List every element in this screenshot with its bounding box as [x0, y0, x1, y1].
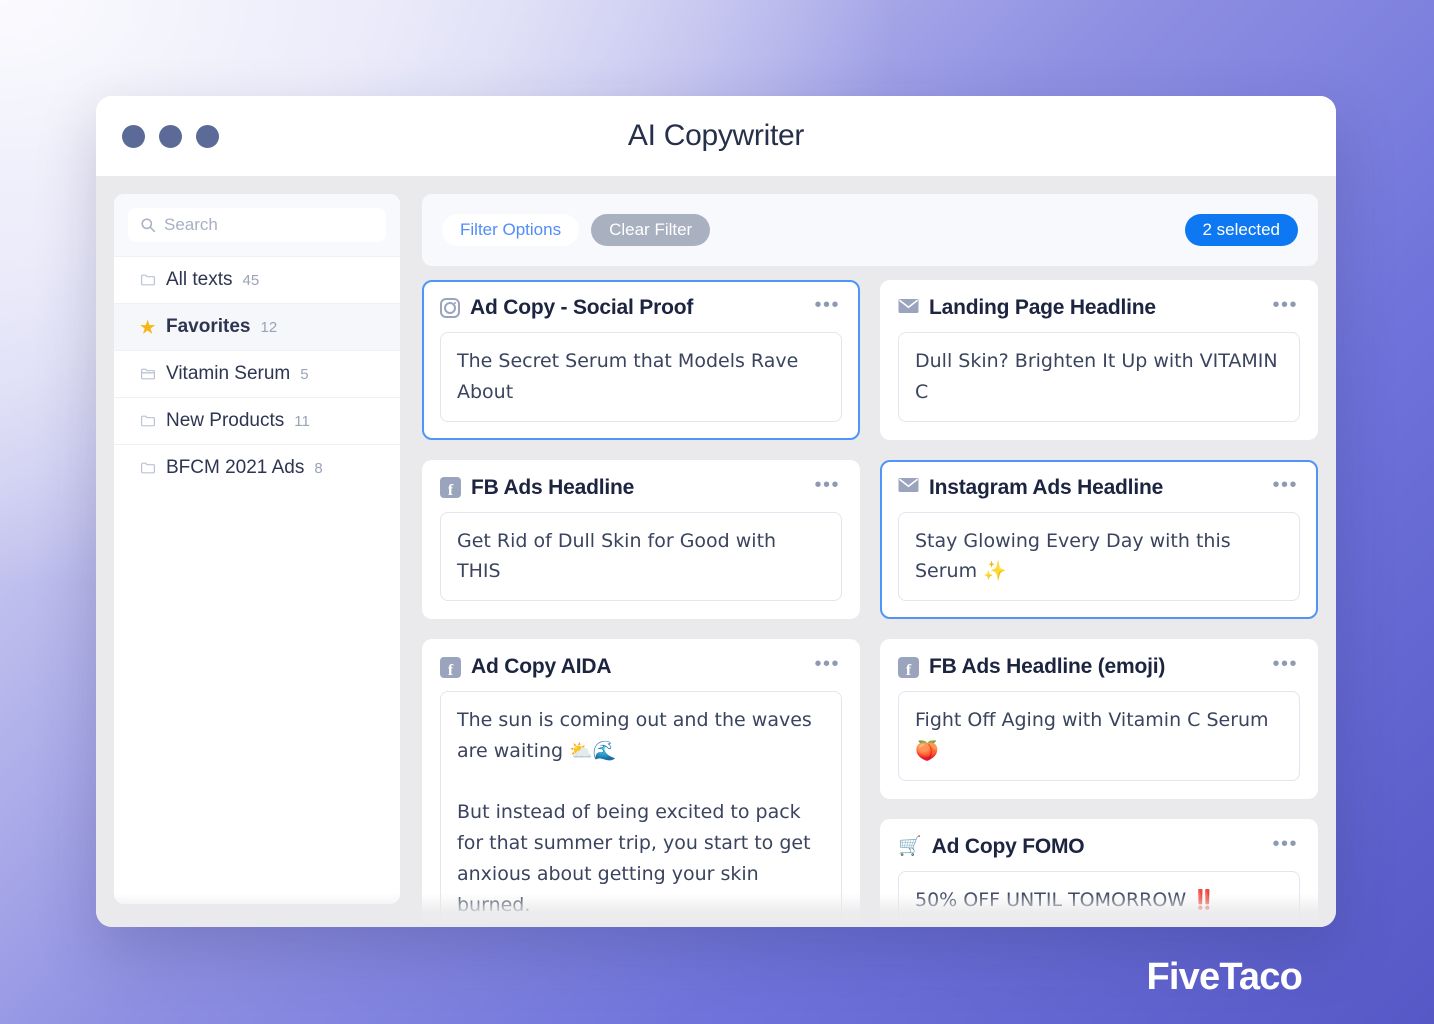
sidebar-item-all-texts[interactable]: All texts 45	[114, 256, 400, 303]
brand-logo: FiveTaco	[1146, 956, 1302, 998]
sidebar-item-count: 11	[294, 412, 310, 430]
sidebar-item-label: Vitamin Serum	[166, 363, 291, 384]
card-body-text[interactable]: Stay Glowing Every Day with this Serum ✨	[898, 511, 1300, 602]
card-header: Instagram Ads Headline •••	[898, 475, 1300, 500]
card-body-text[interactable]: The sun is coming out and the waves are …	[440, 691, 842, 927]
sidebar-item-count: 12	[260, 318, 278, 336]
sidebar-item-count: 8	[314, 459, 323, 477]
card-title: Ad Copy FOMO	[931, 834, 1085, 858]
facebook-icon: f	[440, 656, 461, 678]
card-instagram-ads-headline[interactable]: Instagram Ads Headline ••• Stay Glowing …	[880, 459, 1318, 620]
card-header: 🛒 Ad Copy FOMO •••	[898, 834, 1300, 859]
card-body-text[interactable]: Fight Off Aging with Vitamin C Serum 🍑	[898, 691, 1300, 781]
card-body-text[interactable]: Get Rid of Dull Skin for Good with THIS	[440, 511, 842, 602]
card-title: FB Ads Headline (emoji)	[929, 655, 1166, 679]
folder-icon	[140, 413, 156, 429]
mail-icon	[898, 298, 919, 319]
sidebar-item-count: 45	[242, 271, 260, 289]
filter-toolbar: Filter Options Clear Filter 2 selected	[422, 194, 1318, 266]
search-section	[114, 194, 400, 256]
close-button[interactable]	[122, 124, 145, 148]
sidebar-item-favorites[interactable]: ★ Favorites 12	[114, 303, 400, 350]
card-menu-icon[interactable]: •••	[1270, 834, 1300, 855]
clear-filter-button[interactable]: Clear Filter	[591, 214, 711, 246]
sidebar-item-label: BFCM 2021 Ads	[166, 457, 305, 478]
card-menu-icon[interactable]: •••	[812, 295, 842, 316]
app-body: All texts 45 ★ Favorites 12 Vitamin Seru…	[96, 176, 1336, 927]
app-window: AI Copywriter Search All texts 45 ★ Favo…	[96, 96, 1336, 927]
sidebar-item-bfcm-2021-ads[interactable]: BFCM 2021 Ads 8	[114, 444, 400, 491]
instagram-icon	[440, 298, 460, 318]
card-menu-icon[interactable]: •••	[1270, 475, 1300, 496]
window-controls	[122, 124, 219, 148]
sidebar-item-label: Favorites	[166, 316, 251, 337]
folder-icon	[140, 272, 156, 288]
card-ad-copy-fomo[interactable]: 🛒 Ad Copy FOMO ••• 50% OFF UNTIL TOMORRO…	[880, 818, 1318, 927]
facebook-icon: f	[898, 656, 919, 678]
card-header: Landing Page Headline •••	[898, 295, 1300, 320]
sidebar-item-new-products[interactable]: New Products 11	[114, 397, 400, 444]
card-ad-copy-aida[interactable]: f Ad Copy AIDA ••• The sun is coming out…	[422, 639, 860, 927]
minimize-button[interactable]	[159, 124, 182, 148]
card-title: Instagram Ads Headline	[929, 475, 1164, 499]
card-title: Landing Page Headline	[929, 296, 1156, 319]
cards-column-right: Landing Page Headline ••• Dull Skin? Bri…	[880, 280, 1318, 927]
sidebar-item-vitamin-serum[interactable]: Vitamin Serum 5	[114, 350, 400, 397]
card-landing-page-headline[interactable]: Landing Page Headline ••• Dull Skin? Bri…	[880, 280, 1318, 440]
card-header: Ad Copy - Social Proof •••	[440, 295, 842, 320]
filter-options-button[interactable]: Filter Options	[442, 214, 580, 246]
shopping-cart-icon: 🛒	[898, 835, 922, 858]
card-menu-icon[interactable]: •••	[812, 654, 842, 675]
card-header: f FB Ads Headline (emoji) •••	[898, 654, 1300, 679]
card-menu-icon[interactable]: •••	[1270, 295, 1300, 316]
folder-open-icon	[140, 366, 156, 382]
search-box[interactable]	[128, 208, 386, 242]
cards-column-left: Ad Copy - Social Proof ••• The Secret Se…	[422, 280, 860, 927]
window-titlebar: AI Copywriter	[96, 96, 1336, 176]
card-fb-ads-headline[interactable]: f FB Ads Headline ••• Get Rid of Dull Sk…	[422, 459, 860, 620]
card-header: f FB Ads Headline •••	[440, 475, 842, 500]
mail-icon	[898, 477, 919, 498]
card-title: Ad Copy AIDA	[471, 655, 612, 679]
card-title: FB Ads Headline	[471, 475, 635, 499]
card-header: f Ad Copy AIDA •••	[440, 654, 842, 679]
star-icon: ★	[140, 318, 156, 337]
card-body-text[interactable]: 50% OFF UNTIL TOMORROW ‼️ Make the most …	[898, 870, 1300, 927]
card-body-text[interactable]: The Secret Serum that Models Rave About	[440, 332, 842, 422]
cards-grid: Ad Copy - Social Proof ••• The Secret Se…	[422, 280, 1318, 927]
folder-icon	[140, 460, 156, 476]
card-ad-copy-social-proof[interactable]: Ad Copy - Social Proof ••• The Secret Se…	[422, 280, 860, 440]
sidebar-item-label: New Products	[166, 410, 285, 431]
card-menu-icon[interactable]: •••	[812, 475, 842, 496]
search-icon	[140, 217, 156, 233]
card-fb-ads-headline-emoji[interactable]: f FB Ads Headline (emoji) ••• Fight Off …	[880, 639, 1318, 799]
search-input[interactable]	[164, 215, 374, 235]
main-panel: Filter Options Clear Filter 2 selected A…	[422, 194, 1318, 927]
window-title: AI Copywriter	[627, 119, 805, 152]
sidebar: All texts 45 ★ Favorites 12 Vitamin Seru…	[114, 194, 400, 904]
sidebar-item-count: 5	[300, 365, 309, 383]
facebook-icon: f	[440, 477, 461, 499]
card-menu-icon[interactable]: •••	[1270, 654, 1300, 675]
maximize-button[interactable]	[196, 124, 219, 148]
selected-count-badge[interactable]: 2 selected	[1184, 214, 1298, 246]
card-title: Ad Copy - Social Proof	[470, 296, 694, 319]
card-body-text[interactable]: Dull Skin? Brighten It Up with VITAMIN C	[898, 332, 1300, 422]
sidebar-item-label: All texts	[166, 269, 233, 290]
